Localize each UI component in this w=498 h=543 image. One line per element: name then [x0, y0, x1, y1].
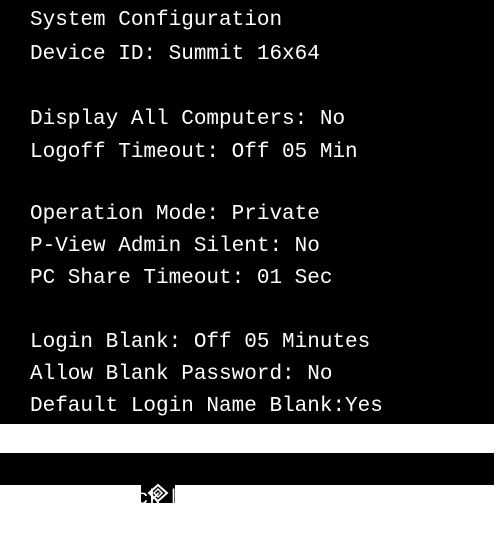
operation-mode-line[interactable]: Operation Mode: Private	[0, 200, 494, 230]
skip-indicator: Skip	[260, 488, 312, 511]
default-login-name-blank-line[interactable]: Default Login Name Blank:Yes	[0, 392, 494, 422]
osd-screen: System Configuration Device ID: Summit 1…	[0, 0, 498, 511]
display-all-computers-line[interactable]: Display All Computers: No	[0, 105, 494, 135]
allow-blank-password-line[interactable]: Allow Blank Password: No	[0, 360, 494, 390]
scrolllock-indicator: ScrlLock	[60, 488, 162, 511]
separator: |	[167, 488, 180, 511]
status-bar: ScrlLock | Scan | Skip NCSL	[0, 456, 494, 511]
separator: |	[242, 488, 255, 511]
device-id-line[interactable]: Device ID: Summit 16x64	[0, 40, 494, 70]
command-bar: Edit FKey S Esc	[0, 424, 494, 504]
login-blank-line[interactable]: Login Blank: Off 05 Minutes	[0, 328, 494, 358]
pview-admin-silent-line[interactable]: P-View Admin Silent: No	[0, 232, 494, 262]
page-title: System Configuration	[30, 9, 283, 32]
ncsl-indicator: NCSL	[345, 488, 396, 511]
logoff-timeout-line[interactable]: Logoff Timeout: Off 05 Min	[0, 138, 494, 168]
pc-share-timeout-line[interactable]: PC Share Timeout: 01 Sec	[0, 264, 494, 294]
scan-indicator: Scan	[185, 488, 237, 511]
